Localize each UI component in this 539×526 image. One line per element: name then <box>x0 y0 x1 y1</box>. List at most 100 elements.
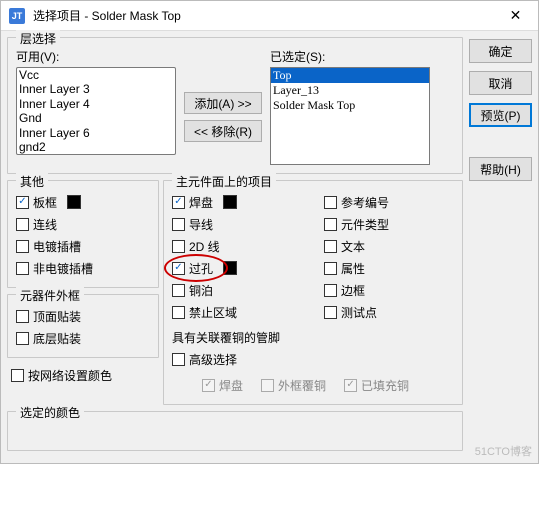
groupbox-component-outline: 元器件外框 顶面贴装底层贴装 <box>7 294 159 358</box>
sub-option-label: 外框覆铜 <box>278 377 326 394</box>
outline-item-label: 底层贴装 <box>33 330 81 347</box>
groupbox-other: 其他 ✓板框连线电镀插槽非电镀插槽 <box>7 180 159 288</box>
watermark: 51CTO博客 <box>475 443 532 459</box>
checkbox-other-item[interactable]: ✓ <box>16 196 29 209</box>
main-left-item-row: 2D 线 <box>172 235 302 257</box>
sub-option-row: 外框覆铜 <box>261 374 326 396</box>
preview-button[interactable]: 预览(P) <box>469 103 532 127</box>
window-title: 选择项目 - Solder Mask Top <box>33 7 493 24</box>
main-right-item-row: 元件类型 <box>324 213 454 235</box>
groupbox-legend: 其他 <box>16 173 48 190</box>
main-left-item-row: 铜泊 <box>172 279 302 301</box>
main-right-item-label: 文本 <box>341 238 365 255</box>
checkbox-advanced-select[interactable] <box>172 353 185 366</box>
other-item-label: 电镀插槽 <box>33 238 81 255</box>
checkbox-main-right-item[interactable] <box>324 196 337 209</box>
main-left-item-label: 2D 线 <box>189 238 220 255</box>
main-left-item-label: 铜泊 <box>189 282 213 299</box>
checkbox-outline-item[interactable] <box>16 332 29 345</box>
groupbox-legend: 层选择 <box>16 30 60 47</box>
sub-option-label: 已填充铜 <box>361 377 409 394</box>
outline-item-label: 顶面贴装 <box>33 308 81 325</box>
available-option[interactable]: Inner Layer 4 <box>17 97 175 111</box>
groupbox-legend: 元器件外框 <box>16 287 84 304</box>
assoc-copper-label: 具有关联覆铜的管脚 <box>172 329 454 346</box>
main-right-item-row: 测试点 <box>324 301 454 323</box>
main-left-item-label: 焊盘 <box>189 194 213 211</box>
main-right-item-label: 元件类型 <box>341 216 389 233</box>
other-item-row: 非电镀插槽 <box>16 257 150 279</box>
checkbox-main-left-item[interactable] <box>172 306 185 319</box>
main-right-item-label: 边框 <box>341 282 365 299</box>
main-left-item-label: 过孔 <box>189 260 213 277</box>
selected-option[interactable]: Layer_13 <box>271 83 429 98</box>
selected-option[interactable]: Solder Mask Top <box>271 98 429 113</box>
app-icon: JT <box>9 8 25 24</box>
groupbox-legend: 选定的颜色 <box>16 404 84 421</box>
other-item-row: 连线 <box>16 213 150 235</box>
available-option[interactable]: Inner Layer 6 <box>17 126 175 140</box>
checkbox-other-item[interactable] <box>16 262 29 275</box>
available-option[interactable]: Gnd <box>17 111 175 125</box>
sub-option-label: 焊盘 <box>219 377 243 394</box>
outline-item-row: 底层贴装 <box>16 327 150 349</box>
selected-listbox[interactable]: TopLayer_13Solder Mask Top <box>270 67 430 165</box>
groupbox-main-items: 主元件面上的项目 ✓焊盘导线2D 线✓过孔铜泊禁止区域 参考编号元件类型文本属性… <box>163 180 463 405</box>
close-button[interactable]: ✕ <box>493 1 538 31</box>
checkbox-main-right-item[interactable] <box>324 262 337 275</box>
main-right-item-row: 属性 <box>324 257 454 279</box>
ok-button[interactable]: 确定 <box>469 39 532 63</box>
checkbox-main-right-item[interactable] <box>324 240 337 253</box>
checkbox-other-item[interactable] <box>16 240 29 253</box>
sub-option-row: ✓ 已填充铜 <box>344 374 409 396</box>
selected-label: 已选定(S): <box>270 48 430 65</box>
available-option[interactable]: Vcc <box>17 68 175 82</box>
checkbox-main-left-item[interactable] <box>172 240 185 253</box>
main-left-item-row: ✓ 过孔 <box>172 257 302 279</box>
remove-button[interactable]: << 移除(R) <box>184 120 262 142</box>
color-swatch[interactable] <box>223 261 237 275</box>
cancel-button[interactable]: 取消 <box>469 71 532 95</box>
checkbox-main-right-item[interactable] <box>324 284 337 297</box>
main-right-item-label: 参考编号 <box>341 194 389 211</box>
main-left-item-row: ✓ 焊盘 <box>172 191 302 213</box>
available-option[interactable]: Inner Layer 3 <box>17 82 175 96</box>
help-button[interactable]: 帮助(H) <box>469 157 532 181</box>
checkbox-outline-item[interactable] <box>16 310 29 323</box>
checkbox-main-left-item[interactable] <box>172 284 185 297</box>
titlebar: JT 选择项目 - Solder Mask Top ✕ <box>1 1 538 31</box>
available-listbox[interactable]: VccInner Layer 3Inner Layer 4GndInner La… <box>16 67 176 155</box>
main-right-item-label: 属性 <box>341 260 365 277</box>
checkbox-other-item[interactable] <box>16 218 29 231</box>
checkbox-sub-option: ✓ <box>344 379 357 392</box>
other-item-row: ✓ 板框 <box>16 191 150 213</box>
main-right-item-label: 测试点 <box>341 304 377 321</box>
main-left-item-label: 禁止区域 <box>189 304 237 321</box>
color-swatch[interactable] <box>223 195 237 209</box>
other-item-row: 电镀插槽 <box>16 235 150 257</box>
groupbox-legend: 主元件面上的项目 <box>172 173 276 190</box>
groupbox-selected-color: 选定的颜色 <box>7 411 463 451</box>
sub-option-row: ✓ 焊盘 <box>202 374 243 396</box>
checkbox-net-colors[interactable] <box>11 369 24 382</box>
net-colors-label: 按网络设置颜色 <box>28 367 112 384</box>
available-label: 可用(V): <box>16 48 176 65</box>
outline-item-row: 顶面贴装 <box>16 305 150 327</box>
other-item-label: 连线 <box>33 216 57 233</box>
color-swatch[interactable] <box>67 195 81 209</box>
other-item-label: 非电镀插槽 <box>33 260 93 277</box>
main-left-item-row: 导线 <box>172 213 302 235</box>
checkbox-sub-option: ✓ <box>202 379 215 392</box>
advanced-select-label: 高级选择 <box>189 351 237 368</box>
add-button[interactable]: 添加(A) >> <box>184 92 262 114</box>
checkbox-sub-option <box>261 379 274 392</box>
other-item-label: 板框 <box>33 194 57 211</box>
available-option[interactable]: gnd2 <box>17 140 175 154</box>
checkbox-main-left-item[interactable]: ✓ <box>172 262 185 275</box>
checkbox-main-right-item[interactable] <box>324 306 337 319</box>
selected-option[interactable]: Top <box>271 68 429 83</box>
checkbox-main-left-item[interactable] <box>172 218 185 231</box>
main-left-item-label: 导线 <box>189 216 213 233</box>
checkbox-main-left-item[interactable]: ✓ <box>172 196 185 209</box>
checkbox-main-right-item[interactable] <box>324 218 337 231</box>
